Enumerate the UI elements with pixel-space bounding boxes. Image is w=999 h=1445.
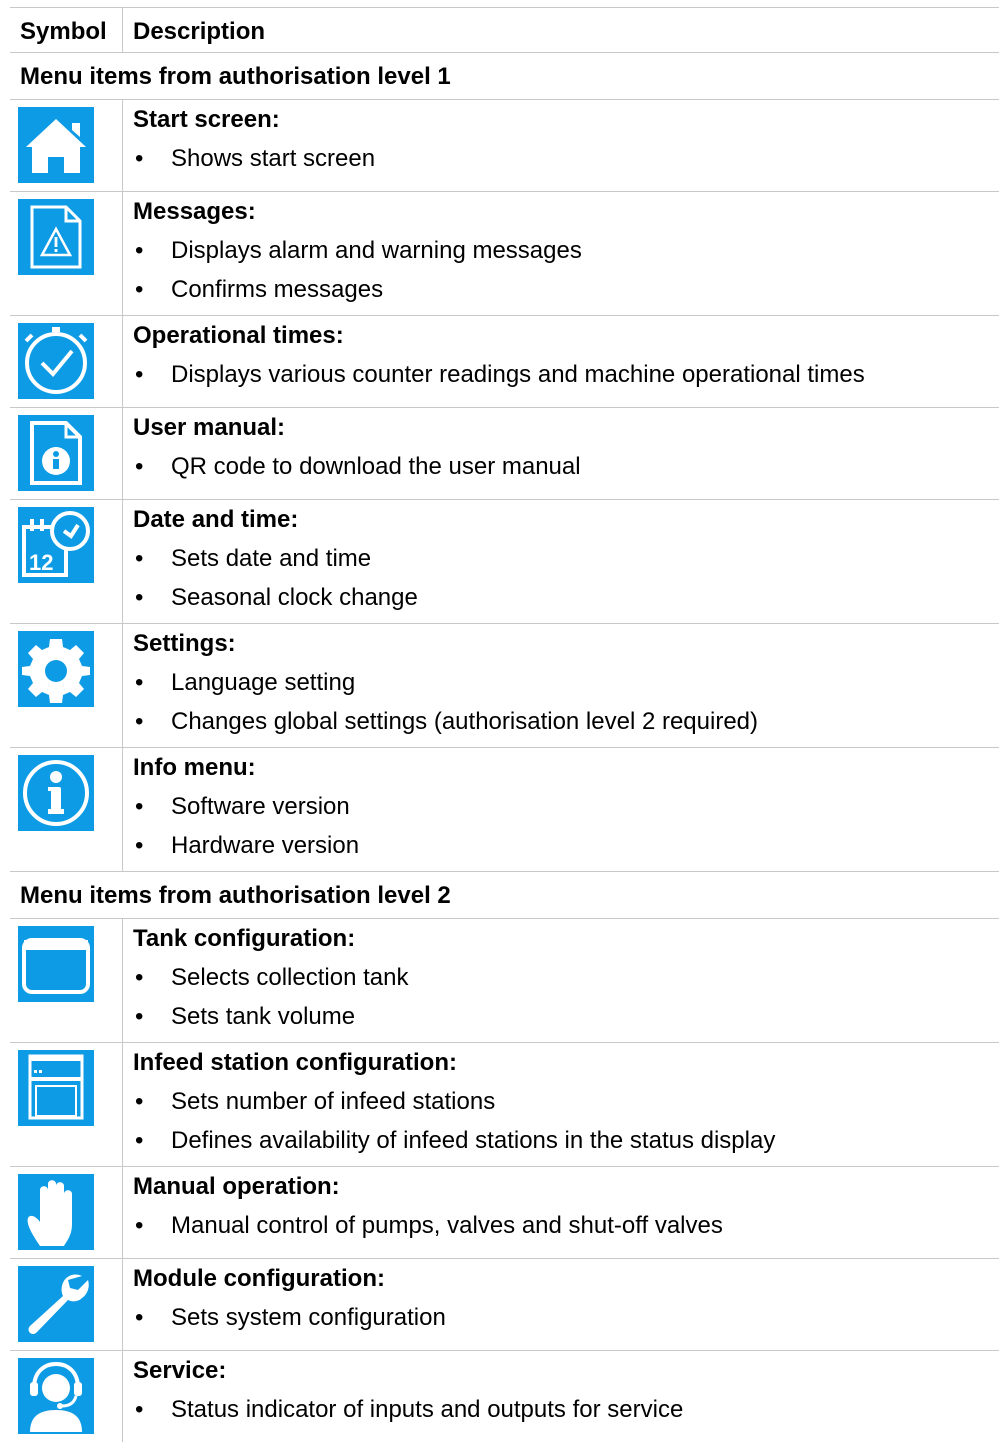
symbol-row: Module configuration: Sets system configu… xyxy=(10,1258,999,1350)
symbol-cell xyxy=(10,1043,123,1166)
description-cell: Manual operation: Manual control of pumps… xyxy=(123,1167,999,1258)
tank-icon xyxy=(18,926,94,1002)
symbol-row: User manual: QR code to download the user… xyxy=(10,407,999,499)
bullet-item: Software version xyxy=(133,795,999,820)
symbol-cell xyxy=(10,919,123,1042)
item-title: Infeed station configuration: xyxy=(133,1049,457,1076)
symbol-cell xyxy=(10,624,123,747)
bullet-item: Sets tank volume xyxy=(133,1005,999,1030)
symbol-table: Symbol Description Menu items from autho… xyxy=(10,7,999,1442)
bullet-item: QR code to download the user manual xyxy=(133,455,999,480)
symbol-row: Infeed station configuration: Sets number… xyxy=(10,1042,999,1166)
item-title: Date and time: xyxy=(133,506,299,533)
symbol-cell xyxy=(10,100,123,191)
item-title: Manual operation: xyxy=(133,1173,340,1200)
hand-icon xyxy=(18,1174,94,1250)
symbol-row: 12 Date and time: Sets date and time Season… xyxy=(10,499,999,623)
description-cell: Tank configuration: Selects collection ta… xyxy=(123,919,999,1042)
section-heading-row: Menu items from authorisation level 1 xyxy=(10,52,999,99)
bullet-item: Status indicator of inputs and outputs f… xyxy=(133,1398,999,1423)
bullet-item: Sets number of infeed stations xyxy=(133,1090,999,1115)
home-icon xyxy=(18,107,94,183)
description-cell: Messages: Displays alarm and warning mess… xyxy=(123,192,999,315)
symbol-cell xyxy=(10,408,123,499)
svg-text:12: 12 xyxy=(29,550,53,575)
item-title: Info menu: xyxy=(133,754,256,781)
info-circle-icon xyxy=(18,755,94,831)
symbol-row: Tank configuration: Selects collection ta… xyxy=(10,918,999,1042)
wrench-icon xyxy=(18,1266,94,1342)
description-cell: Operational times: Displays various count… xyxy=(123,316,999,407)
symbol-row: Settings: Language setting Changes global … xyxy=(10,623,999,747)
item-title: Operational times: xyxy=(133,322,344,349)
bullet-item: Sets date and time xyxy=(133,547,999,572)
description-cell: Module configuration: Sets system configu… xyxy=(123,1259,999,1350)
bullet-item: Confirms messages xyxy=(133,278,999,303)
symbol-cell: 12 xyxy=(10,500,123,623)
gear-icon xyxy=(18,631,94,707)
symbol-row: Info menu: Software version Hardware versi… xyxy=(10,747,999,871)
item-title: Start screen: xyxy=(133,106,280,133)
messages-warning-document-icon xyxy=(18,199,94,275)
calendar-clock-icon: 12 xyxy=(18,507,94,583)
item-title: Messages: xyxy=(133,198,256,225)
symbol-row: Start screen: Shows start screen xyxy=(10,99,999,191)
bullet-item: Language setting xyxy=(133,671,999,696)
symbol-cell xyxy=(10,1351,123,1442)
table-header-row: Symbol Description xyxy=(10,7,999,52)
symbol-row: Messages: Displays alarm and warning mess… xyxy=(10,191,999,315)
item-title: User manual: xyxy=(133,414,286,441)
symbol-cell xyxy=(10,316,123,407)
description-cell: Infeed station configuration: Sets number… xyxy=(123,1043,999,1166)
info-document-icon xyxy=(18,415,94,491)
headset-service-icon xyxy=(18,1358,94,1434)
item-title: Tank configuration: xyxy=(133,925,356,952)
bullet-item: Manual control of pumps, valves and shut… xyxy=(133,1214,999,1239)
symbol-cell xyxy=(10,1259,123,1350)
bullet-item: Displays various counter readings and ma… xyxy=(133,363,999,388)
bullet-item: Selects collection tank xyxy=(133,966,999,991)
description-cell: Info menu: Software version Hardware versi… xyxy=(123,748,999,871)
description-cell: Start screen: Shows start screen xyxy=(123,100,999,191)
header-description: Description xyxy=(133,18,266,45)
item-title: Service: xyxy=(133,1357,227,1384)
description-cell: Service: Status indicator of inputs and o… xyxy=(123,1351,999,1442)
description-cell: Date and time: Sets date and time Seasonal… xyxy=(123,500,999,623)
symbol-cell xyxy=(10,1167,123,1258)
section-heading: Menu items from authorisation level 2 xyxy=(20,882,451,909)
header-symbol: Symbol xyxy=(20,18,107,45)
bullet-item: Displays alarm and warning messages xyxy=(133,239,999,264)
symbol-row: Manual operation: Manual control of pumps… xyxy=(10,1166,999,1258)
description-cell: User manual: QR code to download the user… xyxy=(123,408,999,499)
bullet-item: Sets system configuration xyxy=(133,1306,999,1331)
bullet-item: Hardware version xyxy=(133,834,999,859)
item-title: Settings: xyxy=(133,630,236,657)
clock-icon xyxy=(18,323,94,399)
bullet-item: Shows start screen xyxy=(133,147,999,172)
section-heading: Menu items from authorisation level 1 xyxy=(20,63,451,90)
bullet-item: Seasonal clock change xyxy=(133,586,999,611)
symbol-row: Operational times: Displays various count… xyxy=(10,315,999,407)
infeed-station-icon xyxy=(18,1050,94,1126)
description-cell: Settings: Language setting Changes global … xyxy=(123,624,999,747)
bullet-item: Changes global settings (authorisation l… xyxy=(133,710,999,735)
item-title: Module configuration: xyxy=(133,1265,385,1292)
section-heading-row: Menu items from authorisation level 2 xyxy=(10,871,999,918)
bullet-item: Defines availability of infeed stations … xyxy=(133,1129,999,1154)
symbol-row: Service: Status indicator of inputs and o… xyxy=(10,1350,999,1442)
symbol-cell xyxy=(10,192,123,315)
symbol-cell xyxy=(10,748,123,871)
